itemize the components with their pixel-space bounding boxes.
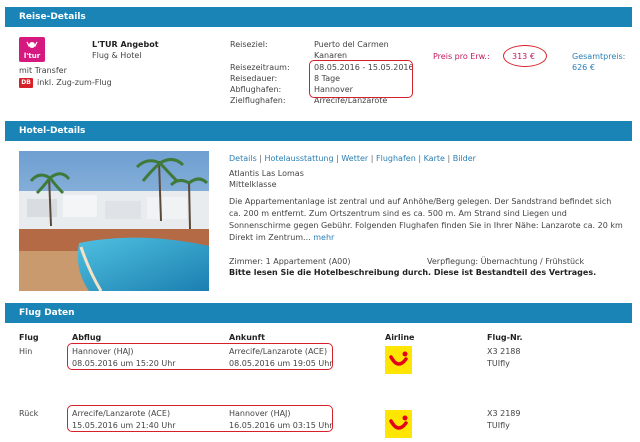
col-flug: Flug	[19, 333, 39, 342]
label-reisezeitraum: Reisezeitraum:	[230, 63, 290, 72]
tui-logo-icon	[385, 410, 412, 438]
ltur-logo-text: l'tur	[24, 52, 41, 60]
hotel-class: Mittelklasse	[229, 180, 277, 189]
hotel-link-karte[interactable]: Karte	[424, 154, 445, 163]
hotel-link-wetter[interactable]: Wetter	[341, 154, 368, 163]
hotel-more-link[interactable]: mehr	[313, 233, 334, 242]
hotel-link-bar: Details | Hotelausstattung | Wetter | Fl…	[229, 154, 476, 163]
hotel-link-bilder[interactable]: Bilder	[453, 154, 476, 163]
hotel-link-hotelausstattung[interactable]: Hotelausstattung	[265, 154, 334, 163]
flight-row-rueck-airline: TUIfly	[487, 421, 510, 430]
reiseziel-line-2: Kanaren	[314, 51, 348, 60]
gesamtpreis-value: 626 €	[572, 63, 595, 72]
db-logo-icon: DB	[19, 78, 33, 88]
hotel-link-flughafen[interactable]: Flughafen	[376, 154, 416, 163]
angebot-type: Flug & Hotel	[92, 51, 142, 60]
angebot-title: L'TUR Angebot	[92, 40, 159, 49]
hotel-hinweis: Bitte lesen Sie die Hotelbeschreibung du…	[229, 268, 597, 277]
hotel-link-details[interactable]: Details	[229, 154, 257, 163]
hotel-details-header: Hotel-Details	[5, 121, 632, 141]
hotel-photo	[19, 151, 209, 291]
zug-text: inkl. Zug-zum-Flug	[37, 78, 112, 87]
flight-row-hin-airline: TUIfly	[487, 359, 510, 368]
gesamtpreis-label: Gesamtpreis:	[572, 52, 626, 61]
col-flug-nr: Flug-Nr.	[487, 333, 523, 342]
flug-daten-header: Flug Daten	[5, 303, 632, 323]
hotel-description: Die Appartementanlage ist zentral und au…	[229, 197, 623, 242]
label-abflughafen: Abflughafen:	[230, 85, 282, 94]
flight-row-rueck-direction: Rück	[19, 409, 39, 418]
label-reisedauer: Reisedauer:	[230, 74, 278, 83]
transfer-text: mit Transfer	[19, 66, 67, 75]
flight-row-hin-nr: X3 2188	[487, 347, 521, 356]
col-airline: Airline	[385, 333, 415, 342]
flight-row-rueck-nr: X3 2189	[487, 409, 521, 418]
col-abflug: Abflug	[72, 333, 102, 342]
ltur-logo-icon: l'tur	[19, 37, 45, 62]
hotel-name: Atlantis Las Lomas	[229, 169, 304, 178]
flight-row-rueck-highlight	[67, 405, 333, 432]
preis-label: Preis pro Erw.:	[433, 52, 490, 61]
reise-details-header: Reise-Details	[5, 7, 632, 27]
zimmer-text: Zimmer: 1 Appartement (A00)	[229, 257, 351, 266]
reise-highlight-box	[309, 60, 413, 98]
tui-logo-icon	[385, 346, 412, 374]
verpflegung-text: Verpflegung: Übernachtung / Frühstück	[427, 257, 585, 266]
label-reiseziel: Reiseziel:	[230, 40, 268, 49]
col-ankunft: Ankunft	[229, 333, 265, 342]
reiseziel-line-1: Puerto del Carmen	[314, 40, 389, 49]
flight-row-hin-highlight	[67, 343, 333, 370]
label-zielflughafen: Zielflughafen:	[230, 96, 286, 105]
flight-row-hin-direction: Hin	[19, 347, 33, 356]
preis-highlight-circle	[503, 45, 547, 67]
hotel-description-block: Die Appartementanlage ist zentral und au…	[229, 196, 624, 244]
